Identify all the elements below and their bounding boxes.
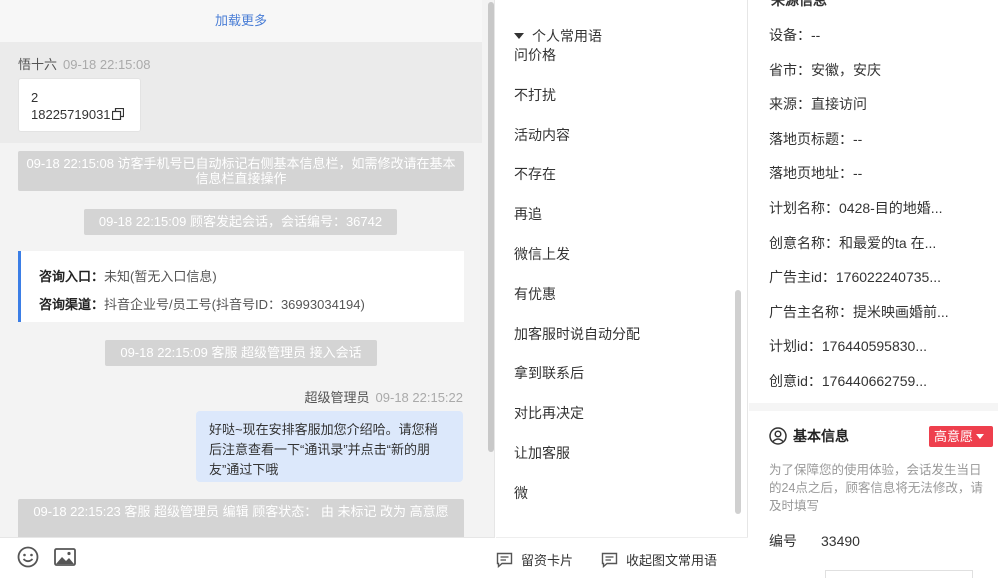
basic-info-label: 基本信息: [793, 428, 849, 444]
agent-sender-line: 超级管理员 09-18 22:15:22: [305, 387, 463, 406]
visitor-sender-line: 悟十六 09-18 22:15:08: [18, 54, 150, 73]
phrase-item[interactable]: 有优惠: [514, 283, 734, 323]
emoji-icon[interactable]: [16, 545, 40, 569]
caret-down-icon: [976, 434, 985, 439]
phrase-group-label: 个人常用语: [532, 28, 602, 44]
card-line-2: 18225719031: [31, 106, 128, 123]
info-row: 广告主id：176022240735...: [769, 269, 941, 286]
card-phone: 18225719031: [31, 107, 111, 122]
phrase-scrollbar[interactable]: [735, 290, 741, 514]
visitor-time: 09-18 22:15:08: [63, 57, 151, 72]
serial-value: 33490: [821, 533, 860, 549]
triangle-down-icon: [514, 33, 524, 39]
info-row: 省市：安徽，安庆: [769, 61, 881, 78]
phrase-item[interactable]: 加客服时说自动分配: [514, 323, 734, 363]
customer-info-panel: 来源信息 设备：-- 省市：安徽，安庆 来源：直接访问 落地页标题：-- 落地页…: [749, 0, 998, 578]
info-row: 计划id：176440595830...: [769, 338, 927, 355]
info-row: 设备：--: [769, 27, 821, 43]
phrase-item[interactable]: 让加客服: [514, 442, 734, 482]
phrase-item[interactable]: 微: [514, 482, 734, 522]
system-message: 09-18 22:15:23 客服 超级管理员 编辑 顾客状态： 由 未标记 改…: [18, 499, 464, 537]
phrase-item[interactable]: 拿到联系后: [514, 362, 734, 402]
phrase-group-header[interactable]: 个人常用语: [514, 26, 602, 46]
message-icon: [496, 552, 513, 569]
info-row: 计划名称：0428-目的地婚...: [769, 199, 943, 216]
edit-notice: 为了保障您的使用体验，会话发生当日的24点之后，顾客信息将无法修改，请及时填写: [769, 463, 983, 513]
phrase-item[interactable]: 对比再决定: [514, 402, 734, 442]
agent-message-bubble: 好哒~现在安排客服加您介绍哈。请您稍后注意查看一下“通讯录”并点击“新的朋友”通…: [196, 411, 463, 482]
source-info-title: 来源信息: [771, 0, 827, 8]
intent-status-label: 高意愿: [934, 429, 974, 444]
visitor-name: 悟十六: [18, 57, 58, 72]
system-message: 09-18 22:15:09 客服 超级管理员 接入会话: [105, 340, 377, 366]
collapse-phrases-button[interactable]: 收起图文常用语: [601, 550, 717, 569]
phrase-item[interactable]: 问价格: [514, 44, 734, 84]
info-row: 落地页标题：--: [769, 130, 863, 147]
entry-info-card: 咨询入口：未知(暂无入口信息) 咨询渠道：抖音企业号/员工号(抖音号ID：369…: [18, 251, 464, 322]
info-row: 创意名称：和最爱的ta 在...: [769, 234, 937, 251]
info-row: 来源：直接访问: [769, 96, 867, 113]
entry-value: 未知(暂无入口信息): [104, 269, 217, 284]
lead-card-button[interactable]: 留资卡片: [496, 550, 573, 569]
phrase-item[interactable]: 不打扰: [514, 84, 734, 124]
serial-row: 编号 33490: [769, 531, 860, 551]
info-row: 创意id：176440662759...: [769, 372, 927, 389]
intent-status-dropdown[interactable]: 高意愿: [929, 426, 993, 447]
message-icon: [601, 552, 618, 569]
phrase-list: 问价格 不打扰 活动内容 不存在 再追 微信上发 有优惠 加客服时说自动分配 拿…: [514, 44, 734, 522]
channel-row: 咨询渠道：抖音企业号/员工号(抖音号ID：36993034194): [39, 291, 446, 319]
chat-panel: 加载更多 悟十六 09-18 22:15:08 2 18225719031 09-…: [0, 0, 495, 578]
copy-icon[interactable]: [111, 108, 124, 120]
phrase-footer: 留资卡片 收起图文常用语: [496, 537, 748, 578]
load-more-link[interactable]: 加载更多: [0, 0, 482, 42]
phrase-item[interactable]: 不存在: [514, 163, 734, 203]
chat-message-area[interactable]: 加载更多 悟十六 09-18 22:15:08 2 18225719031 09-…: [0, 0, 495, 537]
basic-info-title: 基本信息: [769, 426, 849, 446]
info-row: 广告主名称：提米映画婚前...: [769, 303, 949, 320]
phrases-panel: 个人常用语 问价格 不打扰 活动内容 不存在 再追 微信上发 有优惠 加客服时说…: [496, 0, 748, 578]
entry-label: 咨询入口：: [39, 269, 105, 284]
chat-scrollbar[interactable]: [488, 2, 494, 452]
channel-value: 抖音企业号/员工号(抖音号ID：36993034194): [104, 297, 365, 312]
card-line-1: 2: [31, 90, 39, 105]
system-message: 09-18 22:15:08 访客手机号已自动标记右侧基本信息栏，如需修改请在基…: [18, 151, 464, 191]
phrase-item[interactable]: 活动内容: [514, 124, 734, 164]
agent-name: 超级管理员: [304, 390, 370, 405]
image-icon[interactable]: [53, 545, 77, 569]
chat-toolbar: [0, 537, 495, 578]
info-row: 落地页地址：--: [769, 165, 863, 182]
agent-time: 09-18 22:15:22: [375, 390, 463, 405]
phrase-item[interactable]: 再追: [514, 203, 734, 243]
collapse-phrases-label: 收起图文常用语: [626, 553, 718, 568]
phrase-item[interactable]: 微信上发: [514, 243, 734, 283]
entry-row: 咨询入口：未知(暂无入口信息): [39, 263, 446, 291]
source-info-list: 设备：-- 省市：安徽，安庆 来源：直接访问 落地页标题：-- 落地页地址：--…: [769, 24, 989, 405]
channel-label: 咨询渠道：: [39, 297, 105, 312]
system-message: 09-18 22:15:09 顾客发起会话，会话编号：36742: [84, 209, 397, 235]
section-divider: [749, 403, 998, 411]
user-circle-icon: [769, 427, 787, 445]
serial-label: 编号: [769, 533, 797, 549]
lead-card-label: 留资卡片: [521, 553, 574, 568]
next-field-input[interactable]: [825, 570, 973, 578]
visitor-card-message: 2 18225719031: [18, 78, 141, 132]
